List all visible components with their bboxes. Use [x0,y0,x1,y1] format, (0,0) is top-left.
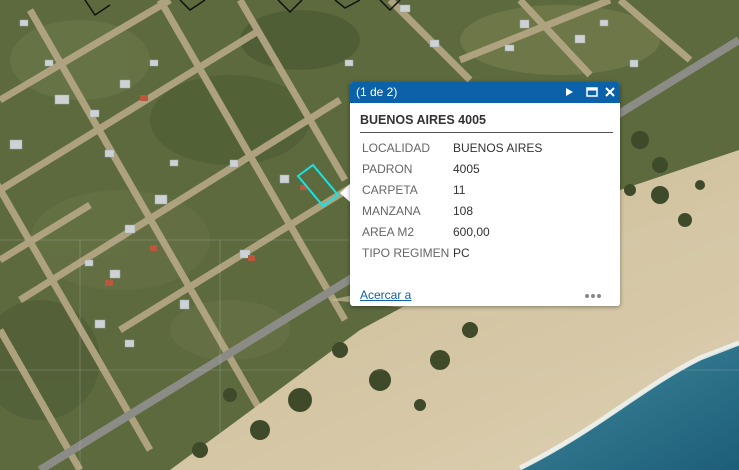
field-value: 600,00 [453,225,490,239]
attribute-row: TIPO REGIMEN PC [362,246,542,267]
attribute-row: AREA M2 600,00 [362,225,542,246]
field-label: PADRON [362,162,413,176]
field-value: PC [453,246,470,260]
ellipsis-icon[interactable] [584,288,602,298]
info-popup: (1 de 2) BUENOS AIRES 4005 LOCALIDAD BUEN… [350,82,620,306]
popup-header: (1 de 2) [350,82,620,103]
popup-title: BUENOS AIRES 4005 [360,113,486,127]
popup-pointer [340,184,350,202]
close-icon[interactable] [603,85,617,99]
attribute-table: LOCALIDAD BUENOS AIRES PADRON 4005 CARPETA… [362,141,542,267]
field-value: 4005 [453,162,480,176]
maximize-icon[interactable] [585,85,599,99]
field-label: TIPO REGIMEN [362,246,450,260]
attribute-row: PADRON 4005 [362,162,542,183]
play-next-icon[interactable] [562,85,576,99]
attribute-row: CARPETA 11 [362,183,542,204]
zoom-to-link[interactable]: Acercar a [360,288,411,302]
attribute-row: MANZANA 108 [362,204,542,225]
field-label: AREA M2 [362,225,415,239]
title-divider [360,132,613,133]
field-label: LOCALIDAD [362,141,431,155]
attribute-row: LOCALIDAD BUENOS AIRES [362,141,542,162]
field-value: 108 [453,204,474,218]
field-value: 11 [453,183,466,197]
field-value: BUENOS AIRES [453,141,543,155]
field-label: CARPETA [362,183,418,197]
field-label: MANZANA [362,204,421,218]
popup-counter: (1 de 2) [356,85,398,99]
